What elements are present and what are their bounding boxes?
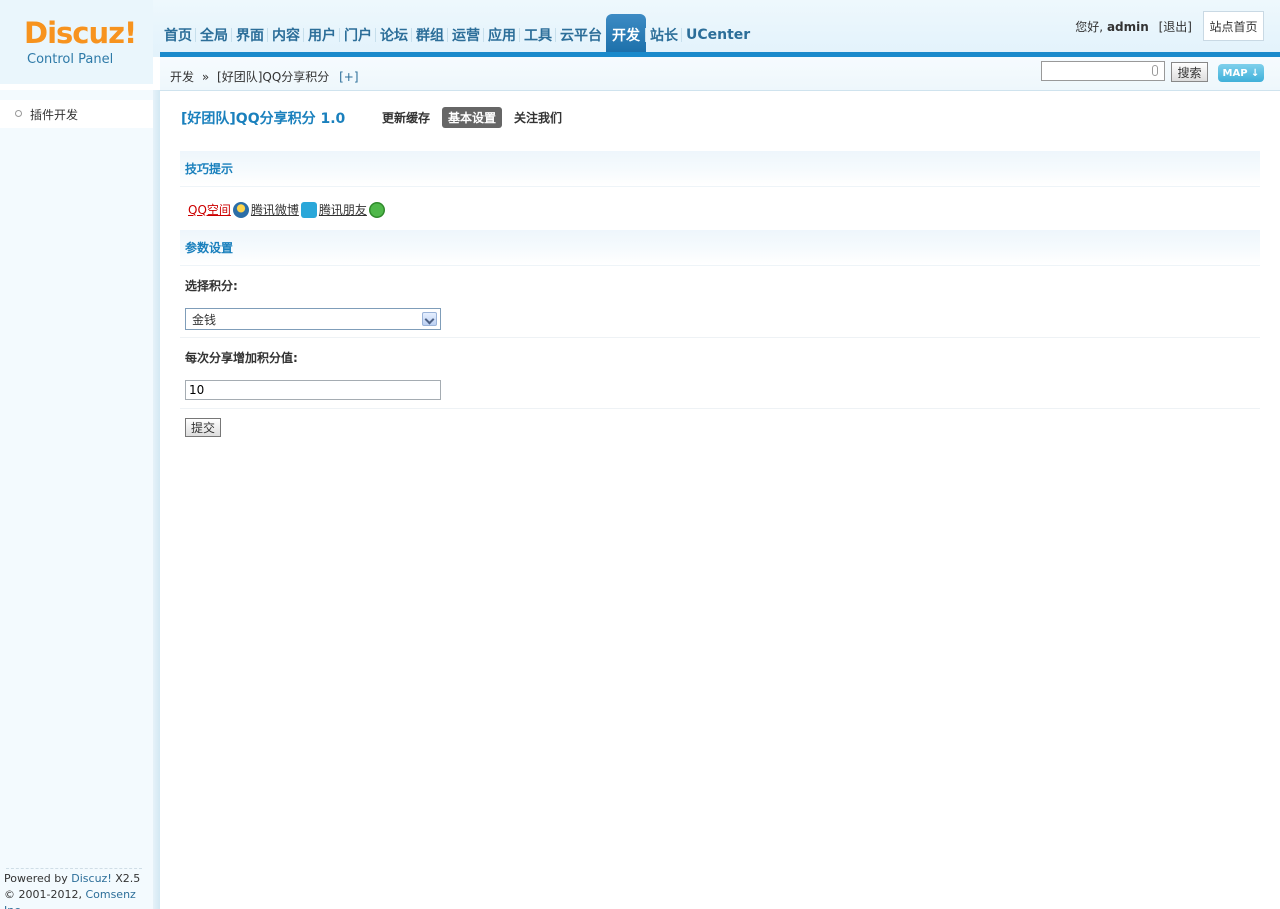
tab-basic-settings[interactable]: 基本设置	[442, 107, 503, 128]
pengyou-icon[interactable]	[300, 201, 317, 218]
nav-item-portal[interactable]: 门户	[339, 14, 376, 56]
weibo-link[interactable]: 腾讯微博	[251, 201, 299, 218]
nav-item-cloud[interactable]: 云平台	[555, 14, 606, 56]
nav-item-forum[interactable]: 论坛	[375, 14, 412, 56]
subheader: 开发 » [好团队]QQ分享积分 [+] 搜索 MAP ↓	[160, 57, 1280, 91]
nav-item-founder[interactable]: 站长	[645, 14, 682, 56]
breadcrumb-parent: 开发	[170, 70, 195, 84]
sidebar-item-label: 插件开发	[30, 107, 79, 122]
row-divider	[180, 408, 1260, 409]
sidebar: 插件开发 Powered by Discuz! X2.5 © 2001-2012…	[0, 90, 154, 909]
weibo-icon[interactable]	[232, 201, 249, 218]
copyright-text: © 2001-2012,	[4, 888, 86, 901]
nav-item-style[interactable]: 界面	[231, 14, 268, 56]
tab-follow-us[interactable]: 关注我们	[508, 107, 568, 128]
nav-item-global[interactable]: 全局	[195, 14, 232, 56]
share-points-label: 每次分享增加积分值:	[185, 351, 298, 365]
share-points-input[interactable]	[185, 380, 441, 400]
microphone-icon	[1152, 65, 1158, 76]
nav-item-home[interactable]: 首页	[160, 14, 196, 56]
params-heading: 参数设置	[180, 230, 1260, 266]
powered-by-text: Powered by	[4, 872, 72, 885]
username: admin	[1106, 20, 1149, 34]
map-button[interactable]: MAP ↓	[1218, 64, 1264, 82]
credit-selected-value: 金钱	[192, 312, 217, 327]
nav-item-apps[interactable]: 应用	[483, 14, 520, 56]
logout-link[interactable]: [退出]	[1159, 20, 1192, 34]
nav-item-tools[interactable]: 工具	[519, 14, 556, 56]
search-input[interactable]	[1041, 61, 1165, 81]
plugin-title: [好团队]QQ分享积分 1.0	[181, 111, 346, 127]
footer-divider	[6, 868, 142, 869]
nav-item-develop[interactable]: 开发	[606, 14, 646, 56]
search-button[interactable]: 搜索	[1171, 62, 1208, 82]
submit-button[interactable]: 提交	[185, 418, 221, 437]
sidebar-item-plugin-dev[interactable]: 插件开发	[0, 100, 153, 128]
nav-item-ucenter[interactable]: UCenter	[680, 14, 754, 56]
logo-text: Discuz!	[24, 16, 137, 50]
nav-item-user[interactable]: 用户	[303, 14, 340, 56]
tab-update-cache[interactable]: 更新缓存	[376, 107, 436, 128]
logo-subtitle: Control Panel	[27, 52, 114, 67]
breadcrumb: 开发 » [好团队]QQ分享积分 [+]	[170, 68, 359, 85]
breadcrumb-current: [好团队]QQ分享积分	[217, 70, 330, 84]
share-links: QQ空间 腾讯微博 腾讯朋友	[188, 201, 387, 218]
main-nav: 首页 全局 界面 内容 用户 门户 论坛 群组 运营 应用 工具 云平台 开发 …	[160, 14, 754, 56]
nav-item-group[interactable]: 群组	[411, 14, 448, 56]
credit-select[interactable]: 金钱	[185, 308, 441, 330]
footer-info: Powered by Discuz! X2.5 © 2001-2012, Com…	[4, 871, 154, 909]
nav-item-content[interactable]: 内容	[267, 14, 304, 56]
logo[interactable]: Discuz! Control Panel	[0, 0, 153, 84]
add-shortcut-link[interactable]: [+]	[339, 70, 358, 84]
version-text: X2.5	[111, 872, 141, 885]
user-info: 您好, admin [退出]	[1075, 18, 1192, 35]
credit-label: 选择积分:	[185, 279, 238, 293]
main-content: [好团队]QQ分享积分 1.0 更新缓存 基本设置 关注我们 技巧提示 QQ空间…	[160, 91, 1280, 909]
greeting-text: 您好,	[1075, 20, 1104, 34]
chevron-down-icon[interactable]	[422, 312, 437, 326]
row-divider	[180, 337, 1260, 338]
discuz-link[interactable]: Discuz!	[71, 872, 111, 885]
site-home-button[interactable]: 站点首页	[1203, 11, 1264, 41]
pengyou-link[interactable]: 腾讯朋友	[319, 201, 367, 218]
plugin-tabs: 更新缓存 基本设置 关注我们	[376, 107, 568, 128]
tips-heading: 技巧提示	[180, 151, 1260, 187]
breadcrumb-separator: »	[201, 70, 210, 84]
nav-item-operation[interactable]: 运营	[447, 14, 484, 56]
clover-icon[interactable]	[368, 201, 385, 218]
qzone-link[interactable]: QQ空间	[188, 201, 231, 218]
sidebar-border	[153, 90, 160, 909]
bullet-icon	[15, 110, 22, 117]
